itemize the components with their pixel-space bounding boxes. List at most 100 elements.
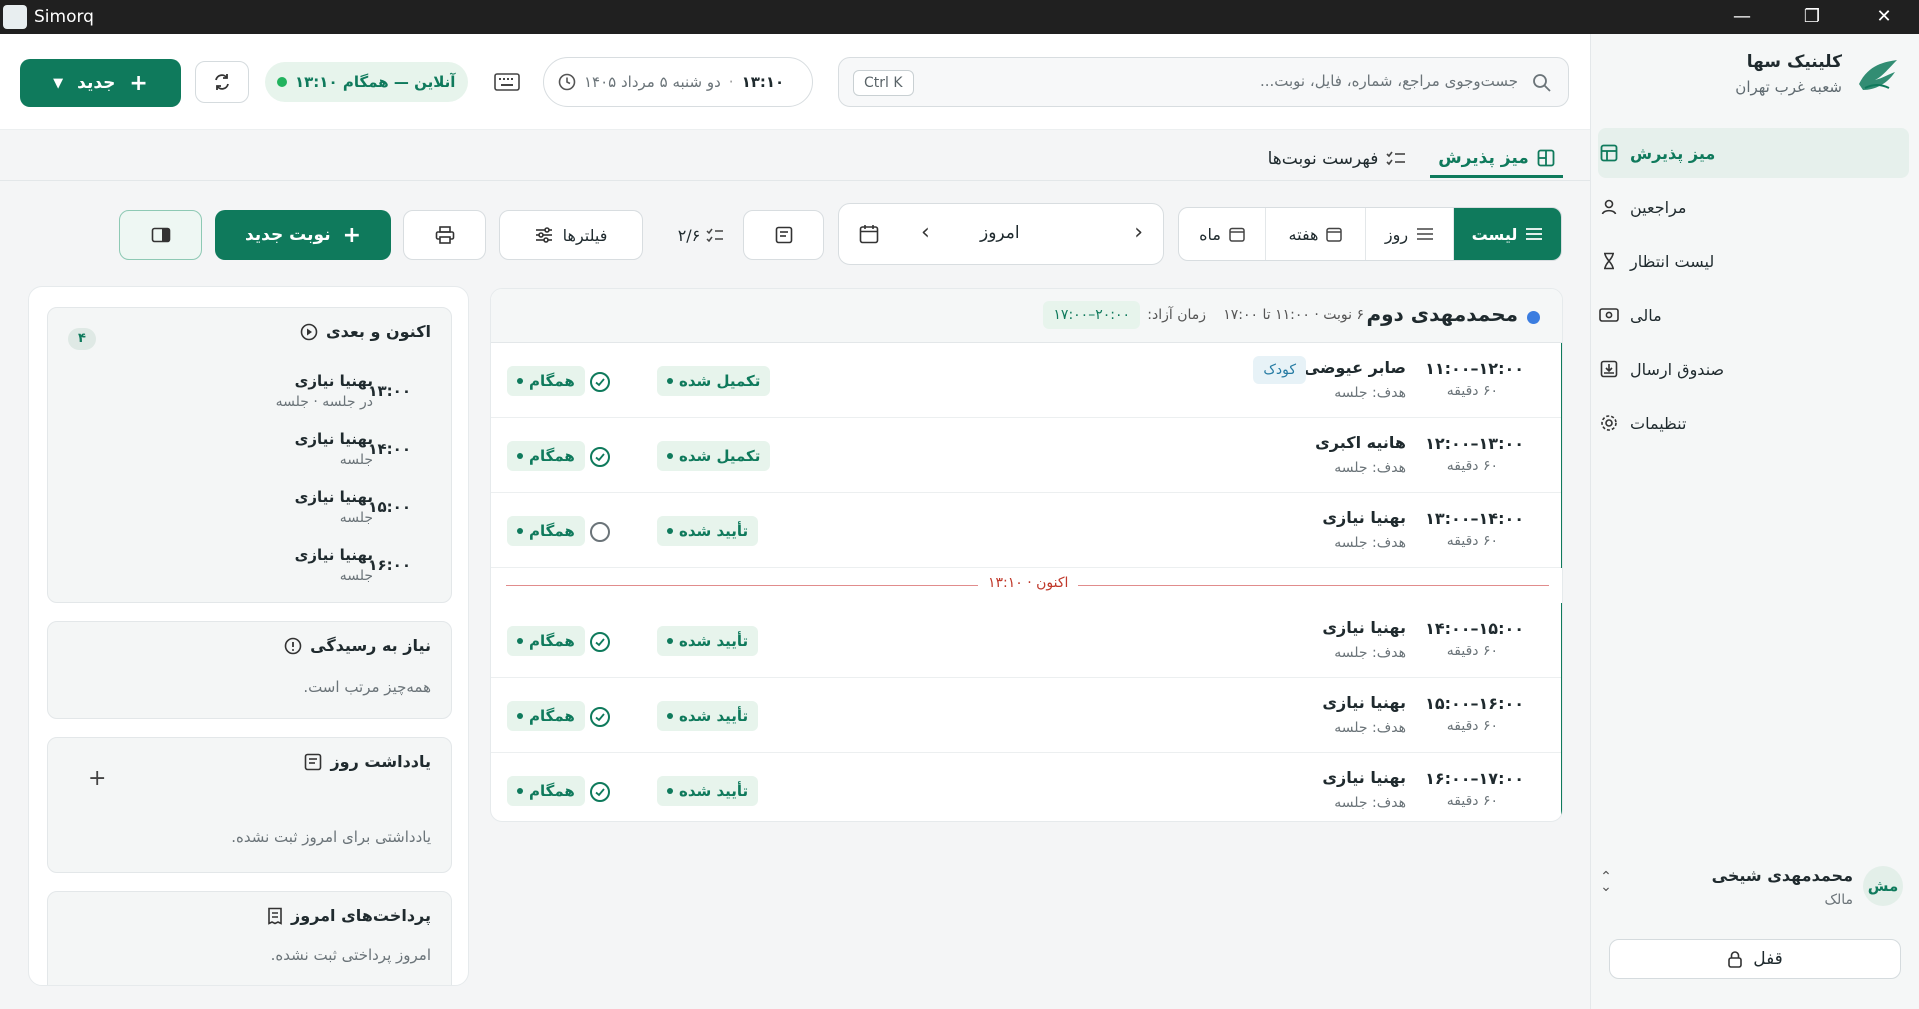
tab-appointments-list[interactable]: فهرست نوبت‌ها — [1262, 140, 1412, 178]
status-badge[interactable]: تکمیل شده — [657, 441, 771, 471]
notes-toggle-button[interactable] — [743, 210, 824, 260]
upcoming-item[interactable]: بهنیا نیازی ۱۶:۰۰ جلسه — [211, 546, 411, 598]
sync-badge: همگام — [507, 516, 585, 546]
view-label: لیست — [1471, 224, 1518, 244]
sync-button[interactable] — [195, 61, 249, 103]
view-day-button[interactable]: روز — [1365, 208, 1453, 260]
view-week-button[interactable]: هفته — [1265, 208, 1365, 260]
clinic-branch: شعبه غرب تهران — [1735, 78, 1842, 96]
tab-label: فهرست نوبت‌ها — [1267, 149, 1379, 169]
sidebar-item-clients[interactable]: مراجعین — [1598, 182, 1909, 232]
appointment-time: ۱۵:۰۰–۱۶:۰۰ — [1425, 694, 1524, 713]
appointment-row[interactable]: ۱۲:۰۰–۱۳:۰۰ ۶۰ دقیقه هانیه اکبری هدف: جل… — [491, 418, 1562, 493]
view-month-button[interactable]: ماه — [1179, 208, 1265, 260]
status-badge[interactable]: تأیید شده — [657, 701, 759, 731]
sidebar-item-waitlist[interactable]: لیست انتظار — [1598, 236, 1909, 286]
status-label: تأیید شده — [679, 522, 749, 540]
calendar-icon[interactable] — [859, 224, 879, 244]
check-circle-icon[interactable] — [590, 447, 610, 467]
status-badge[interactable]: تأیید شده — [657, 626, 759, 656]
check-circle-icon[interactable] — [590, 372, 610, 392]
search-input[interactable]: Ctrl K جست‌وجوی مراجع، شماره، فایل، نوبت… — [838, 57, 1569, 107]
new-button[interactable]: ▼ جدید + — [20, 59, 181, 107]
info-icon — [284, 637, 302, 654]
appointment-row[interactable]: ۱۱:۰۰–۱۲:۰۰ ۶۰ دقیقه صابر عیوضی کودک هدف… — [491, 343, 1562, 418]
upcoming-item[interactable]: بهنیا نیازی ۱۳:۰۰ در جلسه · جلسه — [211, 372, 411, 424]
new-appointment-button[interactable]: + نوبت جدید — [215, 210, 391, 260]
client-name[interactable]: هانیه اکبری — [1315, 433, 1406, 452]
layout-icon — [1598, 142, 1620, 164]
chevron-right-icon[interactable]: › — [1134, 220, 1143, 245]
appointment-row[interactable]: ۱۳:۰۰–۱۴:۰۰ ۶۰ دقیقه بهنیا نیازی هدف: جل… — [491, 493, 1562, 568]
sidebar-item-label: تنظیمات — [1630, 413, 1687, 433]
row-accent-bar — [1561, 418, 1562, 493]
view-label: ماه — [1199, 224, 1221, 244]
appointment-row[interactable]: ۱۵:۰۰–۱۶:۰۰ ۶۰ دقیقه بهنیا نیازی هدف: جل… — [491, 678, 1562, 753]
tab-reception[interactable]: میز پذیرش — [1430, 140, 1563, 178]
sync-label: همگام — [529, 707, 575, 725]
lock-button[interactable]: قفل — [1609, 939, 1901, 979]
calendar-icon — [1229, 227, 1245, 242]
user-icon — [1598, 196, 1620, 218]
view-label: هفته — [1288, 224, 1319, 244]
filters-button[interactable]: فیلترها — [499, 210, 643, 260]
sync-label: همگام — [529, 782, 575, 800]
note-icon — [775, 226, 792, 244]
user-menu[interactable]: مش محمدمهدی شیخی مالک ⌃ ⌄ — [1599, 860, 1909, 920]
clinic-logo-icon — [1859, 60, 1897, 90]
maximize-icon[interactable]: ❐ — [1792, 4, 1832, 30]
row-accent-bar — [1561, 678, 1562, 753]
client-name[interactable]: بهنیا نیازی — [1322, 508, 1406, 527]
minimize-icon[interactable]: — — [1722, 4, 1762, 30]
status-badge[interactable]: تأیید شده — [657, 516, 759, 546]
rows-icon — [1417, 228, 1434, 240]
layout-icon — [1537, 149, 1555, 166]
sidebar-item-outbox[interactable]: صندوق ارسال — [1598, 344, 1909, 394]
print-button[interactable] — [403, 210, 486, 260]
upcoming-name: بهنیا نیازی — [294, 546, 373, 564]
upcoming-name: بهنیا نیازی — [294, 372, 373, 390]
sync-dot — [517, 713, 523, 719]
client-name[interactable]: صابر عیوضی — [1304, 358, 1406, 377]
upcoming-time: ۱۵:۰۰ — [368, 498, 411, 516]
client-name[interactable]: بهنیا نیازی — [1322, 618, 1406, 637]
add-note-icon[interactable]: + — [88, 766, 106, 791]
check-circle-icon[interactable] — [590, 632, 610, 652]
client-name[interactable]: بهنیا نیازی — [1322, 693, 1406, 712]
sidebar-item-reception[interactable]: میز پذیرش — [1598, 128, 1909, 178]
appointment-duration: ۶۰ دقیقه — [1446, 643, 1498, 659]
close-icon[interactable]: ✕ — [1864, 4, 1904, 30]
date-time-display: دو شنبه ۵ مرداد ۱۴۰۵ · ۱۳:۱۰ — [543, 57, 813, 107]
empty-circle-icon[interactable] — [590, 522, 610, 542]
view-list-button[interactable]: لیست — [1453, 208, 1561, 260]
status-badge[interactable]: تکمیل شده — [657, 366, 771, 396]
card-title-label: یادداشت روز — [330, 752, 431, 771]
upcoming-item[interactable]: بهنیا نیازی ۱۴:۰۰ جلسه — [211, 430, 411, 482]
appointment-goal: هدف: جلسه — [1334, 460, 1406, 476]
appointment-row[interactable]: ۱۶:۰۰–۱۷:۰۰ ۶۰ دقیقه بهنیا نیازی هدف: جل… — [491, 753, 1562, 821]
sidebar-item-finance[interactable]: مالی — [1598, 290, 1909, 340]
appointment-time: ۱۴:۰۰–۱۵:۰۰ — [1425, 619, 1524, 638]
chevron-left-icon[interactable]: ‹ — [921, 220, 930, 245]
check-circle-icon[interactable] — [590, 707, 610, 727]
client-name[interactable]: بهنیا نیازی — [1322, 768, 1406, 787]
appointment-row[interactable]: ۱۴:۰۰–۱۵:۰۰ ۶۰ دقیقه بهنیا نیازی هدف: جل… — [491, 603, 1562, 678]
sync-dot — [517, 638, 523, 644]
date-label[interactable]: امروز — [980, 223, 1020, 243]
keyboard-icon[interactable] — [494, 72, 520, 92]
tabs-divider — [0, 180, 1590, 181]
upcoming-sub: در جلسه · جلسه — [275, 394, 373, 410]
sidebar-item-label: صندوق ارسال — [1630, 359, 1725, 379]
upcoming-sub: جلسه — [339, 510, 373, 526]
status-badge[interactable]: تأیید شده — [657, 776, 759, 806]
clock-icon — [558, 73, 576, 91]
check-circle-icon[interactable] — [590, 782, 610, 802]
sidebar-item-settings[interactable]: تنظیمات — [1598, 398, 1909, 448]
panel-toggle-button[interactable] — [119, 210, 202, 260]
expand-icon[interactable]: ⌃ ⌄ — [1599, 870, 1613, 894]
upcoming-item[interactable]: بهنیا نیازی ۱۵:۰۰ جلسه — [211, 488, 411, 540]
payments-text: امروز پرداختی ثبت نشده. — [270, 946, 431, 964]
search-icon — [1533, 74, 1551, 92]
current-time: ۱۳:۱۰ — [741, 73, 785, 91]
status-dot — [667, 453, 673, 459]
